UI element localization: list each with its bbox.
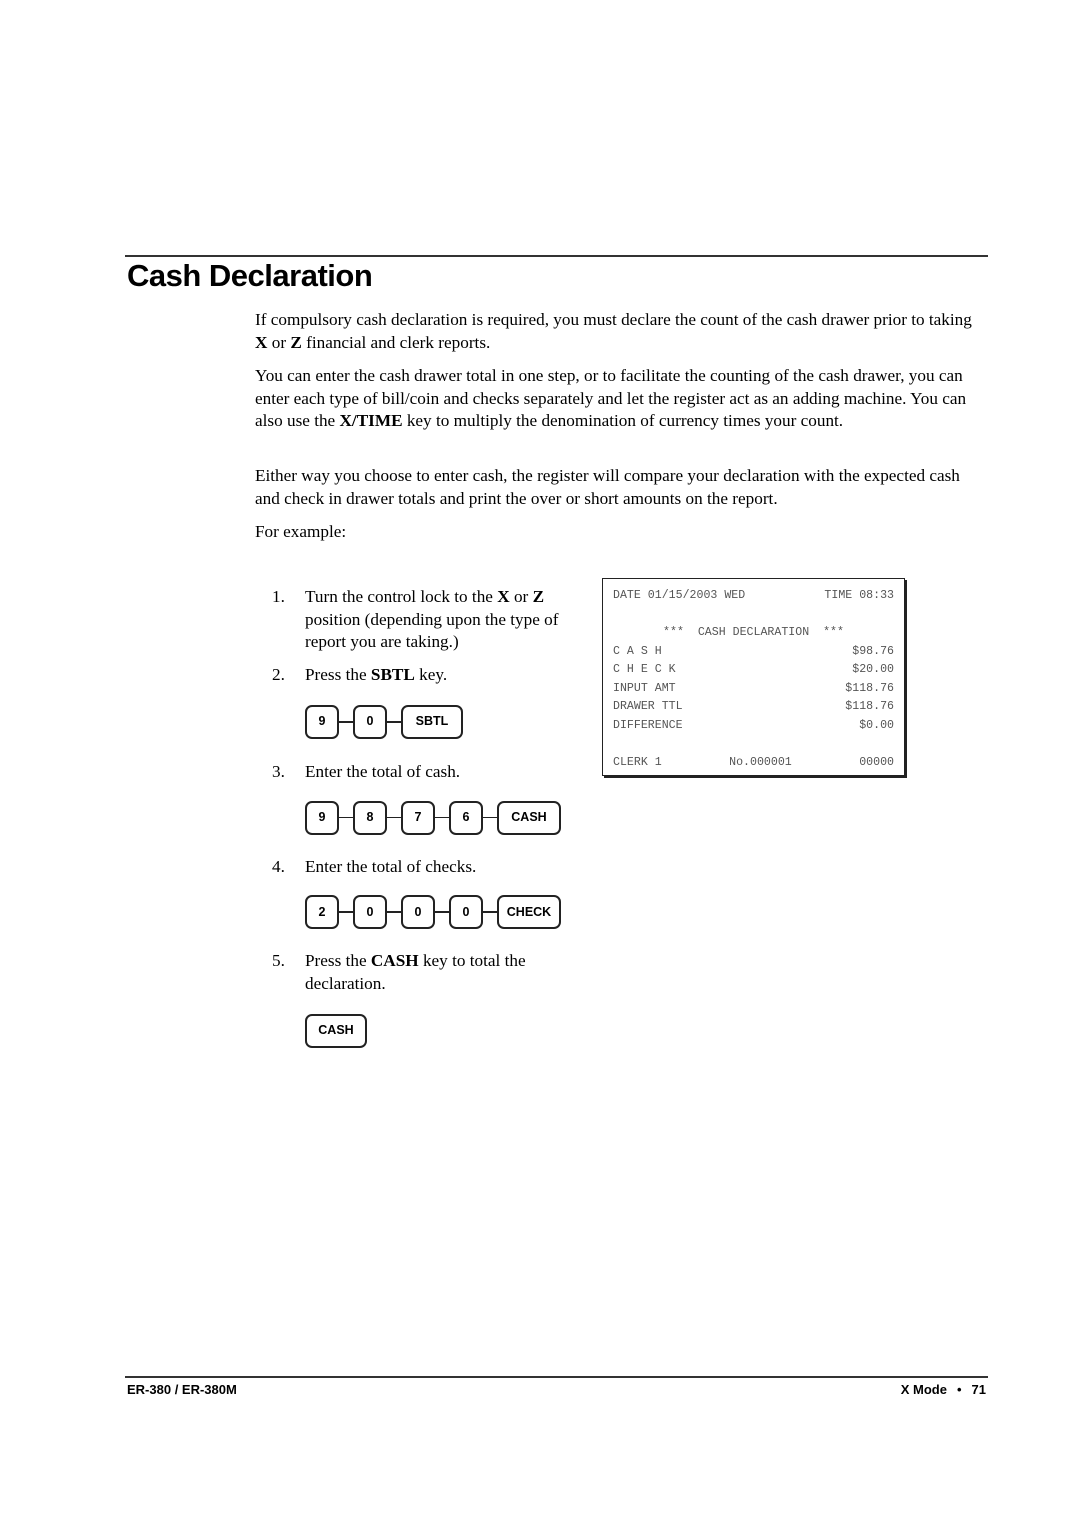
paragraph-method: You can enter the cash drawer total in o…	[255, 366, 967, 431]
paragraph-compare: Either way you choose to enter cash, the…	[255, 466, 960, 508]
key-check: CHECK	[497, 895, 561, 930]
step-5: 5. Press the CASH key to total the decla…	[272, 951, 526, 993]
receipt-row: C A S H $98.76	[613, 644, 894, 658]
footer-model: ER-380 / ER-380M	[127, 1382, 237, 1397]
page-number: 71	[971, 1382, 986, 1397]
key-0: 0	[353, 704, 387, 739]
key-6: 6	[449, 800, 483, 835]
receipt-heading: *** CASH DECLARATION ***	[663, 626, 844, 639]
page-title: Cash Declaration	[127, 258, 373, 293]
key-0: 0	[401, 895, 435, 930]
key-9: 9	[305, 704, 339, 739]
key-7: 7	[401, 800, 435, 835]
footer-section: X Mode	[900, 1382, 947, 1397]
key-0: 0	[449, 895, 483, 930]
paragraph-example: For example:	[255, 522, 347, 541]
key-8: 8	[353, 800, 387, 835]
step-3: 3. Enter the total of cash.	[272, 761, 461, 781]
footer-page-info: X Mode • 71	[901, 1382, 986, 1397]
step-1: 1. Turn the control lock to the X or Z p…	[272, 587, 559, 652]
step-4: 4. Enter the total of checks.	[272, 856, 477, 876]
key-9: 9	[305, 800, 339, 835]
paragraph-intro: If compulsory cash declaration is requir…	[255, 310, 972, 352]
step-2: 2. Press the SBTL key.	[272, 665, 448, 685]
bullet-icon: •	[956, 1382, 962, 1397]
receipt-printout: DATE 01/15/2003 WED TIME 08:33 *** CASH D…	[602, 578, 905, 776]
key-sequence-cash: 9 8 7 6 CASH	[305, 800, 592, 835]
receipt-row: C H E C K $20.00	[613, 663, 894, 676]
receipt-row: DIFFERENCE $0.00	[613, 718, 894, 732]
key-0: 0	[353, 895, 387, 930]
key-sequence-total: CASH	[305, 1013, 592, 1048]
key-cash: CASH	[497, 800, 561, 835]
key-sequence-check: 2 0 0 0 CHECK	[305, 895, 592, 930]
receipt-row: INPUT AMT $118.76	[613, 681, 894, 695]
key-sequence-sbtl: 9 0 SBTL	[305, 704, 592, 739]
receipt-row: DRAWER TTL $118.76	[613, 700, 894, 713]
header-rule	[125, 255, 988, 257]
key-2: 2	[305, 895, 339, 930]
key-sbtl: SBTL	[401, 704, 463, 739]
footer-rule	[125, 1376, 988, 1378]
key-cash: CASH	[305, 1013, 367, 1048]
receipt-date-time: DATE 01/15/2003 WED TIME 08:33	[613, 589, 894, 602]
steps-list: 1. Turn the control lock to the X or Z p…	[272, 586, 592, 1048]
receipt-clerk-line: CLERK 1 No.000001 00000	[613, 755, 894, 769]
